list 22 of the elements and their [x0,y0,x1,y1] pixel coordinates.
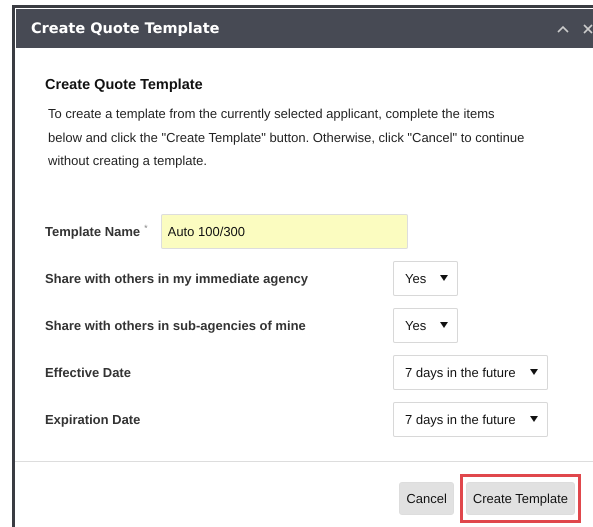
dropdown[interactable]: Yes [393,260,458,296]
field-label: Effective Date [45,364,131,380]
dialog-heading: Create Quote Template [45,77,204,93]
field-label: Expiration Date [45,412,140,426]
window-title: Create Quote Template [31,20,220,36]
dropdown-arrow-icon [440,322,448,328]
field-label: Share with others in my immediate agency [45,270,308,286]
dropdown[interactable]: 7 days in the future [393,402,548,436]
dialog-button[interactable]: Cancel [399,482,454,514]
dropdown[interactable]: Yes [393,308,458,342]
dropdown-arrow-icon [530,416,538,422]
close-icon[interactable] [583,24,593,34]
required-mark: * [144,222,148,232]
instructions-text: To create a template from the currently selected applicant, complete the items below and click the "Create Template" button. Otherwise, click "Cancel" to continue without creating a template. [48,105,526,170]
field-label: Template Name [45,224,140,238]
dropdown-arrow-icon [440,275,448,281]
text-field[interactable]: Auto 100/300 [160,214,408,248]
dropdown[interactable]: 7 days in the future [393,354,548,390]
dropdown-arrow-icon [530,369,538,375]
collapse-icon[interactable] [557,24,569,32]
field-label: Share with others in sub-agencies of mine [45,318,306,332]
dialog-button[interactable]: Create Template [466,482,575,514]
